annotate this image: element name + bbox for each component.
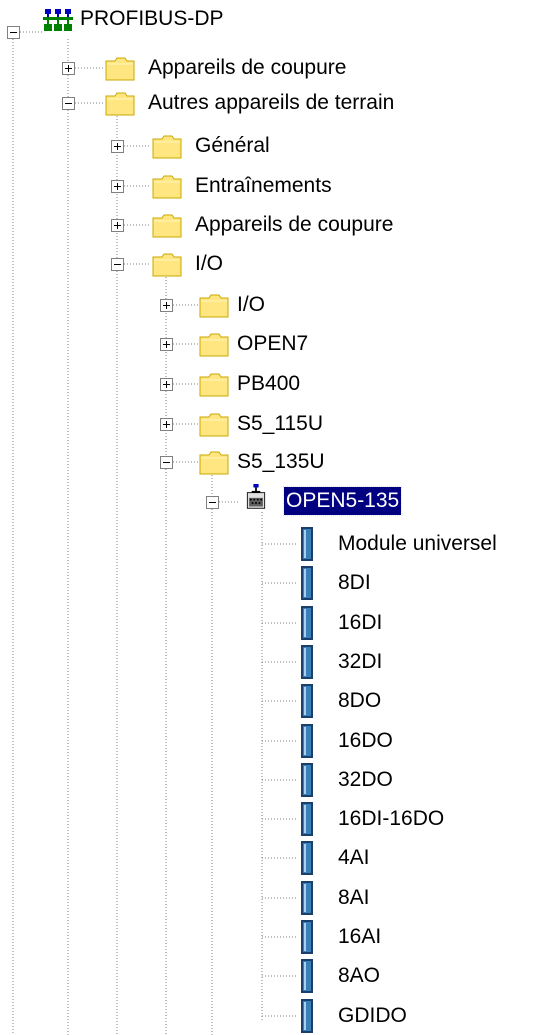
tree-item-entrainements[interactable]: Entraînements — [193, 172, 334, 200]
folder-icon — [199, 333, 229, 357]
module-item-16ai[interactable]: 16AI — [336, 923, 383, 951]
hardware-catalog-tree: PROFIBUS-DP Appareils de coupure Autres … — [0, 0, 539, 1035]
collapse-button-s5-135u[interactable] — [160, 456, 173, 469]
root-collapse-button[interactable] — [7, 26, 20, 39]
tree-item-open7[interactable]: OPEN7 — [235, 330, 310, 358]
module-item-16do[interactable]: 16DO — [336, 727, 395, 755]
module-item-32di[interactable]: 32DI — [336, 648, 384, 676]
module-item-8ai[interactable]: 8AI — [336, 884, 372, 912]
collapse-button-io[interactable] — [111, 258, 124, 271]
tree-item-io[interactable]: I/O — [193, 250, 225, 278]
tree-item-general[interactable]: Général — [193, 132, 272, 160]
folder-icon — [199, 294, 229, 318]
collapse-button-autres-appareils[interactable] — [62, 97, 75, 110]
tree-item-s5-135u[interactable]: S5_135U — [235, 448, 327, 476]
expand-button-io-sub[interactable] — [160, 299, 173, 312]
expand-button-open7[interactable] — [160, 338, 173, 351]
module-icon — [301, 881, 313, 915]
tree-item-s5-115u[interactable]: S5_115U — [235, 410, 325, 438]
tree-item-io-sub[interactable]: I/O — [235, 291, 267, 319]
tree-root-label[interactable]: PROFIBUS-DP — [78, 5, 226, 33]
expand-button-pb400[interactable] — [160, 378, 173, 391]
expand-button-appareils-de-coupure[interactable] — [62, 62, 75, 75]
folder-icon — [199, 451, 229, 475]
tree-item-pb400[interactable]: PB400 — [235, 370, 302, 398]
module-item-gdido[interactable]: GDIDO — [336, 1002, 409, 1030]
module-icon — [301, 763, 313, 797]
tree-item-autres-appareils-de-terrain[interactable]: Autres appareils de terrain — [146, 89, 396, 117]
network-icon — [43, 9, 73, 31]
module-icon — [301, 920, 313, 954]
module-icon — [301, 606, 313, 640]
module-item-4ai[interactable]: 4AI — [336, 844, 372, 872]
module-item-8di[interactable]: 8DI — [336, 569, 373, 597]
module-icon — [301, 999, 313, 1033]
module-item-16di[interactable]: 16DI — [336, 609, 384, 637]
tree-item-appareils-de-coupure-2[interactable]: Appareils de coupure — [193, 211, 395, 239]
module-icon — [301, 527, 313, 561]
folder-icon — [199, 413, 229, 437]
folder-icon — [199, 373, 229, 397]
module-item-8do[interactable]: 8DO — [336, 687, 383, 715]
module-icon — [301, 959, 313, 993]
expand-button-s5-115u[interactable] — [160, 418, 173, 431]
folder-icon — [152, 175, 182, 199]
module-item-32do[interactable]: 32DO — [336, 766, 395, 794]
expand-button-general[interactable] — [111, 140, 124, 153]
module-icon — [301, 724, 313, 758]
tree-item-open5-135-selected[interactable]: OPEN5-135 — [282, 486, 403, 516]
module-item-module-universel[interactable]: Module universel — [336, 530, 499, 558]
folder-icon — [152, 135, 182, 159]
folder-icon — [152, 214, 182, 238]
tree-item-appareils-de-coupure[interactable]: Appareils de coupure — [146, 54, 348, 82]
module-icon — [301, 802, 313, 836]
station-icon — [246, 484, 266, 509]
folder-icon — [105, 57, 135, 81]
module-item-16di-16do[interactable]: 16DI-16DO — [336, 805, 446, 833]
folder-icon — [152, 253, 182, 277]
module-icon — [301, 841, 313, 875]
expand-button-entrainements[interactable] — [111, 180, 124, 193]
module-icon — [301, 645, 313, 679]
folder-icon — [105, 92, 135, 116]
module-icon — [301, 684, 313, 718]
collapse-button-open5-135[interactable] — [206, 496, 219, 509]
expand-button-appareils-de-coupure-2[interactable] — [111, 219, 124, 232]
module-icon — [301, 566, 313, 600]
module-item-8ao[interactable]: 8AO — [336, 962, 382, 990]
